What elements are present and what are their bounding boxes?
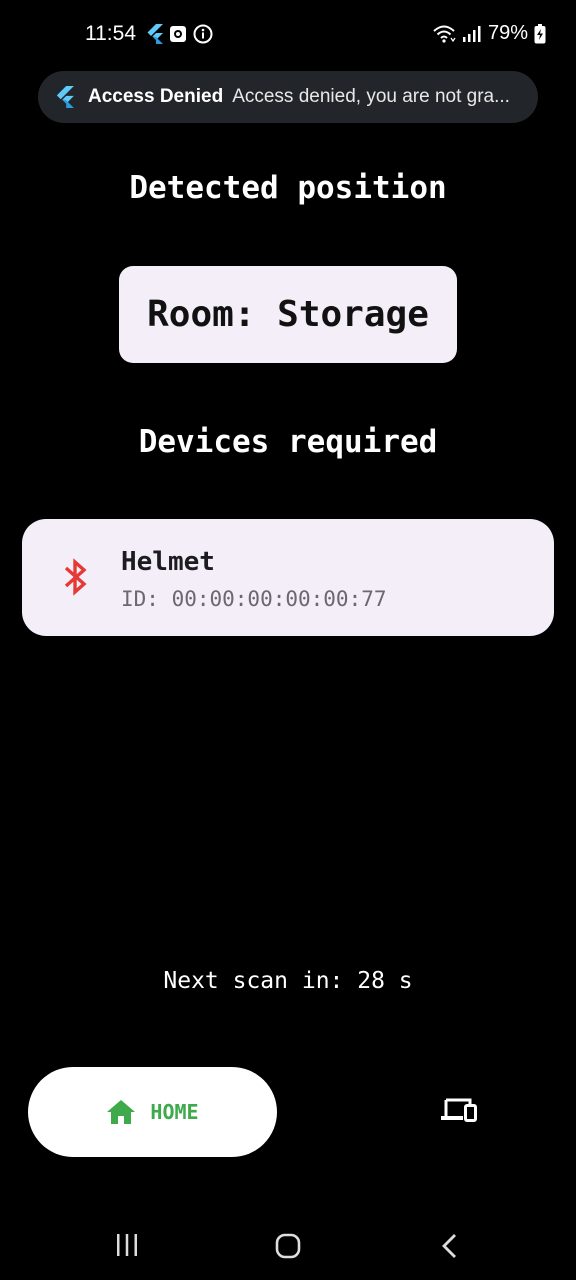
recent-apps-icon[interactable]: [115, 1233, 139, 1257]
room-label: Room: Storage: [147, 294, 429, 335]
record-icon: [170, 26, 186, 42]
flutter-icon: [56, 86, 74, 108]
notification-toast[interactable]: Access Denied Access denied, you are not…: [38, 71, 538, 123]
notification-text: Access denied, you are not gra...: [232, 86, 510, 107]
device-id: ID: 00:00:00:00:00:77: [121, 587, 387, 611]
nav-devices-button[interactable]: [440, 1096, 484, 1130]
status-right: 79%: [432, 22, 546, 45]
home-nav-icon[interactable]: [275, 1233, 301, 1259]
status-time: 11:54: [85, 22, 136, 45]
devices-required-heading: Devices required: [138, 424, 438, 460]
status-left-icons: [145, 24, 213, 44]
nav-home-button[interactable]: HOME: [28, 1067, 277, 1157]
room-card: Room: Storage: [119, 266, 457, 363]
wifi-icon: [433, 25, 456, 43]
battery-percent: 79%: [487, 22, 528, 44]
battery-charging-icon: [534, 23, 546, 43]
bluetooth-icon: [64, 558, 87, 596]
system-navigation-bar: [0, 1215, 576, 1275]
back-icon[interactable]: [440, 1233, 460, 1259]
device-name: Helmet: [121, 547, 215, 577]
flutter-icon: [147, 24, 163, 44]
devices-icon: [441, 1098, 477, 1122]
notification-title: Access Denied: [88, 86, 224, 107]
detected-position-heading: Detected position: [129, 170, 447, 206]
next-scan-countdown: Next scan in: 28 s: [163, 968, 413, 994]
home-icon: [107, 1100, 136, 1124]
device-card-helmet[interactable]: Helmet ID: 00:00:00:00:00:77: [22, 519, 554, 636]
signal-icon: [462, 25, 481, 42]
nav-home-label: HOME: [150, 1100, 199, 1124]
status-bar: 11:54 79%: [0, 0, 576, 70]
info-icon: [193, 24, 213, 44]
